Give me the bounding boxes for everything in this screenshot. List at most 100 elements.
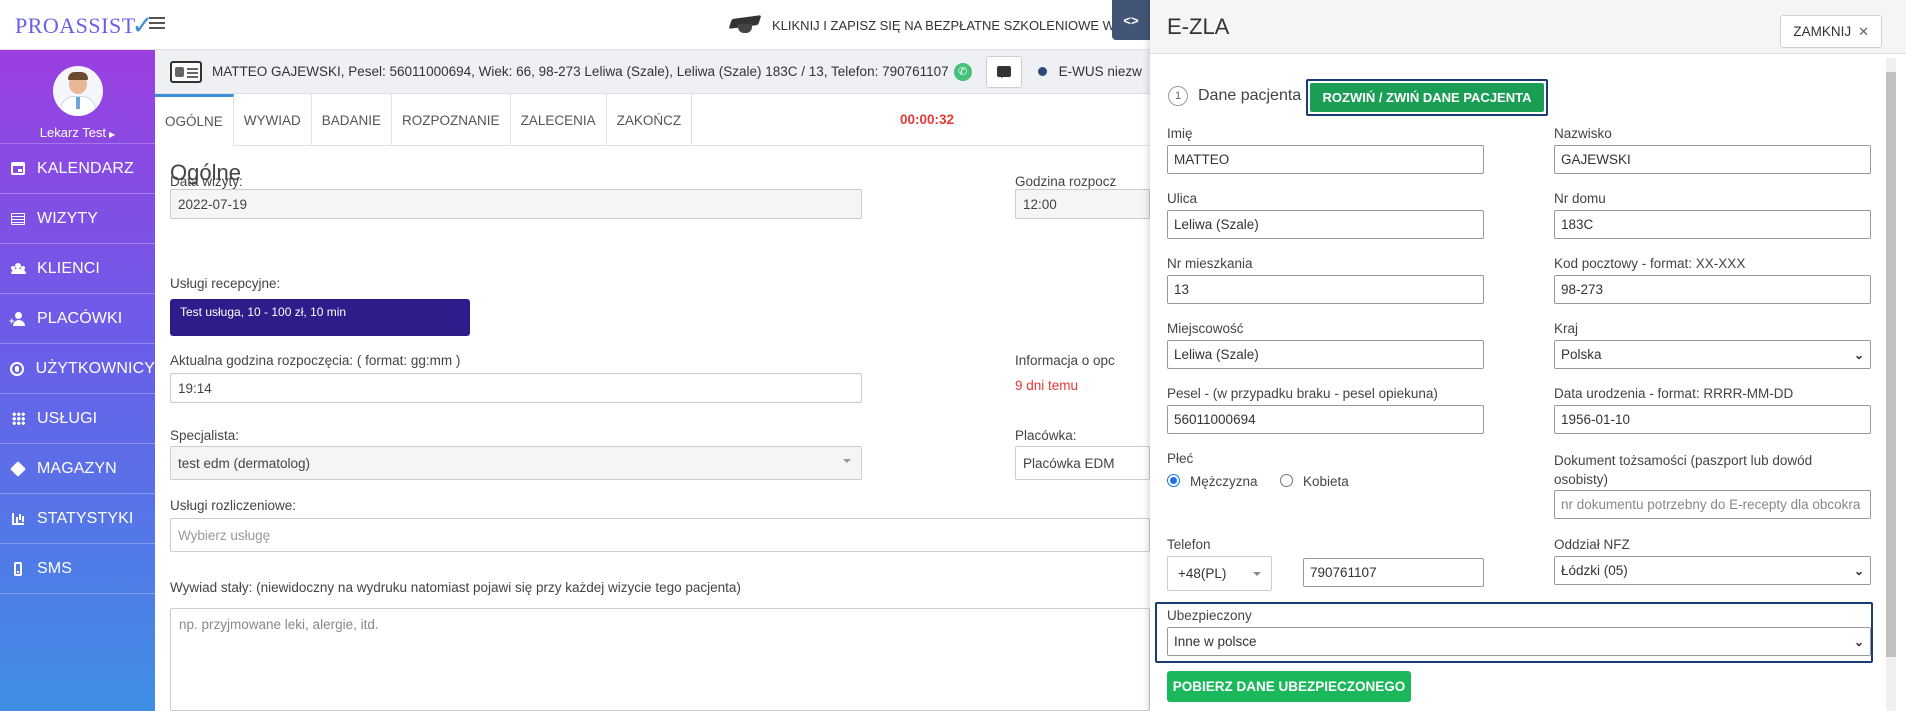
sex-female-label[interactable]: Kobieta [1303,474,1349,489]
phone-label: Telefon [1167,537,1211,552]
billing-select[interactable]: Wybierz usługę [170,518,1150,552]
panel-title: E-ZLA [1167,14,1230,39]
birth-date-input[interactable]: 1956-01-10 [1554,405,1871,434]
tab-rozpoznanie[interactable]: ROZPOZNANIE [392,94,511,146]
sex-male-radio[interactable] [1167,474,1180,487]
sidebar-item-placowki[interactable]: + PLACÓWKI [0,294,155,344]
nfz-select[interactable]: Łódzki (05) ⌄ [1554,556,1871,585]
street-label: Ulica [1167,191,1198,206]
visit-date-field[interactable]: 2022-07-19 [170,189,862,219]
user-plus-icon: + [9,311,26,327]
promo-text: KLIKNIJ I ZAPISZ SIĘ NA BEZPŁATNE SZKOLE… [772,17,1115,33]
last-name-input[interactable]: GAJEWSKI [1554,145,1871,174]
house-no-input[interactable]: 183C [1554,210,1871,239]
flat-no-input[interactable]: 13 [1167,275,1484,304]
main-content: Ogólne Data wizyty: 2022-07-19 Godzina r… [155,146,1150,711]
close-label: ZAMKNIJ [1793,24,1852,39]
sidebar-item-label: KLIENCI [37,259,100,277]
chevron-down-icon: ⌄ [1853,564,1864,578]
tab-zakoncz[interactable]: ZAKOŃCZ [607,94,693,146]
first-name-label: Imię [1167,126,1193,141]
sidebar-item-wizyty[interactable]: WIZYTY [0,194,155,244]
chevron-down-icon: ⌄ [1853,348,1864,362]
sidebar-item-label: STATYSTYKI [37,509,134,527]
ewus-status: E-WUS niezw [1037,64,1142,79]
toggle-patient-data-button[interactable]: ROZWIŃ / ZWIŃ DANE PACJENTA [1310,83,1544,112]
sex-label: Płeć [1167,451,1194,466]
start-hour-field[interactable]: 12:00 [1015,189,1150,219]
sidebar-item-klienci[interactable]: KLIENCI [0,244,155,294]
step-header: 1 Dane pacjenta [1168,86,1301,106]
promo-banner[interactable]: KLIKNIJ I ZAPISZ SIĘ NA BEZPŁATNE SZKOLE… [730,15,1115,35]
graduation-cap-icon [730,15,760,35]
current-start-field[interactable]: 19:14 [170,373,862,403]
id-document-input[interactable]: nr dokumentu potrzebny do E-recepty dla … [1554,490,1871,519]
sidebar-item-label: WIZYTY [37,209,99,227]
facility-select[interactable]: Placówka EDM [1015,446,1150,480]
users-icon [10,261,26,277]
nfz-label: Oddział NFZ [1554,537,1630,552]
sidebar-item-label: SMS [37,559,72,577]
phone-call-icon[interactable]: ✆ [953,62,972,81]
phone-input[interactable]: 790761107 [1303,558,1484,587]
close-button[interactable]: ZAMKNIJ ✕ [1780,15,1882,48]
info-label: Informacja o opc [1015,353,1115,368]
step-label: Dane pacjenta [1198,87,1302,104]
sex-female-radio[interactable] [1280,474,1293,487]
house-no-label: Nr domu [1554,191,1606,206]
sidebar-item-magazyn[interactable]: MAGAZYN [0,444,155,494]
interview-textarea[interactable]: np. przyjmowane leki, alergie, itd. [170,608,1150,711]
street-input[interactable]: Leliwa (Szale) [1167,210,1484,239]
logo[interactable]: PROASSIST✓ [15,10,154,41]
chat-button[interactable] [985,55,1022,88]
specialist-select[interactable]: test edm (dermatolog) [170,446,862,480]
phone-prefix-select[interactable]: +48(PL) [1167,556,1272,591]
fetch-insured-button[interactable]: POBIERZ DANE UBEZPIECZONEGO [1167,671,1411,702]
phone-icon [10,561,26,577]
hamburger-menu-icon[interactable] [149,17,165,29]
tab-badanie[interactable]: BADANIE [312,94,393,146]
service-chip[interactable]: Test usługa, 10 - 100 zł, 10 min [170,299,470,336]
city-label: Miejscowość [1167,321,1244,336]
sidebar: Lekarz Test ▶ KALENDARZ WIZYTY KLIENCI + P… [0,50,155,711]
insured-select[interactable]: Inne w polsce ⌄ [1167,627,1871,656]
pesel-label: Pesel - (w przypadku braku - pesel opiek… [1167,386,1438,401]
visit-tabs: OGÓLNE WYWIAD BADANIE ROZPOZNANIE ZALECE… [155,94,1150,146]
city-input[interactable]: Leliwa (Szale) [1167,340,1484,369]
toggle-patient-data-frame: ROZWIŃ / ZWIŃ DANE PACJENTA [1306,79,1548,116]
tab-zalecenia[interactable]: ZALECENIA [511,94,607,146]
nfz-value: Łódzki (05) [1561,563,1628,578]
sidebar-item-uslugi[interactable]: USŁUGI [0,394,155,444]
code-toggle-icon[interactable]: <> [1112,0,1150,40]
phone-prefix-value: +48(PL) [1178,566,1227,581]
scrollbar-thumb[interactable] [1886,72,1896,657]
sex-male-label[interactable]: Mężczyzna [1190,474,1258,489]
step-number: 1 [1168,86,1188,106]
flat-no-label: Nr mieszkania [1167,256,1253,271]
interview-label: Wywiad stały: (niewidoczny na wydruku na… [170,580,741,595]
sidebar-item-label: USŁUGI [37,409,98,427]
pesel-input[interactable]: 56011000694 [1167,405,1484,434]
status-dot-icon [1037,67,1047,76]
box-icon [10,460,26,477]
id-card-icon [170,60,202,83]
patient-summary: MATTEO GAJEWSKI, Pesel: 56011000694, Wie… [212,64,949,79]
current-start-label: Aktualna godzina rozpoczęcia: ( format: … [170,353,461,368]
visit-date-label: Data wizyty: [170,174,243,189]
sidebar-item-kalendarz[interactable]: KALENDARZ [0,144,155,194]
first-name-input[interactable]: MATTEO [1167,145,1484,174]
sidebar-item-label: MAGAZYN [37,459,117,477]
tab-wywiad[interactable]: WYWIAD [234,94,312,146]
sidebar-item-uzytkownicy[interactable]: UŻYTKOWNICY [0,344,155,394]
tab-ogolne[interactable]: OGÓLNE [155,94,234,146]
sidebar-item-statystyki[interactable]: STATYSTYKI [0,494,155,544]
bar-chart-icon [10,511,26,527]
sidebar-item-label: KALENDARZ [37,159,134,177]
country-select[interactable]: Polska ⌄ [1554,340,1871,369]
last-name-label: Nazwisko [1554,126,1612,141]
user-profile[interactable]: Lekarz Test ▶ [0,50,155,144]
sidebar-item-sms[interactable]: SMS [0,544,155,594]
country-value: Polska [1561,347,1602,362]
birth-date-label: Data urodzenia - format: RRRR-MM-DD [1554,386,1794,401]
postal-input[interactable]: 98-273 [1554,275,1871,304]
